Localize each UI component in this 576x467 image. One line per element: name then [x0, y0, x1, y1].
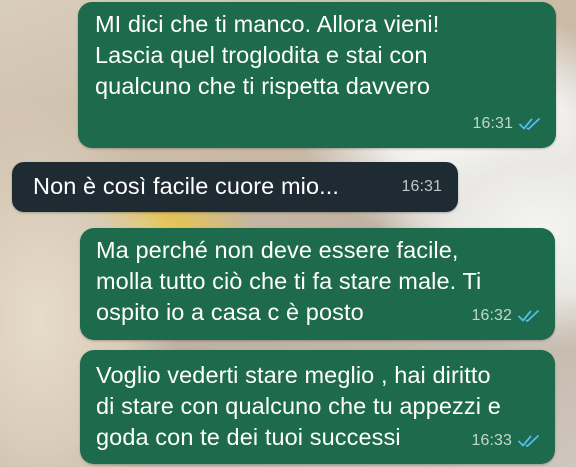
- message-meta: 16:31: [472, 108, 541, 139]
- message-time: 16:32: [471, 307, 512, 324]
- message-text: Non è così facile cuore mio...: [33, 173, 340, 199]
- double-check-icon: [518, 434, 540, 448]
- message-bubble-incoming[interactable]: Non è così facile cuore mio... 16:31: [12, 162, 458, 212]
- message-text: Voglio vederti stare meglio , hai diritt…: [96, 362, 501, 450]
- message-text: Ma perché non deve essere facile, molla …: [96, 237, 482, 325]
- message-bubble-outgoing[interactable]: MI dici che ti manco. Allora vieni! Lasc…: [78, 2, 556, 148]
- message-meta: 16:31: [401, 171, 442, 202]
- message-bubble-outgoing[interactable]: Ma perché non deve essere facile, molla …: [80, 228, 555, 340]
- message-meta: 16:32: [471, 300, 540, 331]
- message-time: 16:31: [472, 115, 513, 132]
- double-check-icon: [518, 309, 540, 323]
- message-time: 16:31: [401, 178, 442, 195]
- double-check-icon: [519, 117, 541, 131]
- message-meta: 16:33: [471, 425, 540, 456]
- message-text: MI dici che ti manco. Allora vieni! Lasc…: [95, 11, 440, 99]
- message-bubble-outgoing[interactable]: Voglio vederti stare meglio , hai diritt…: [80, 350, 555, 464]
- message-time: 16:33: [471, 432, 512, 449]
